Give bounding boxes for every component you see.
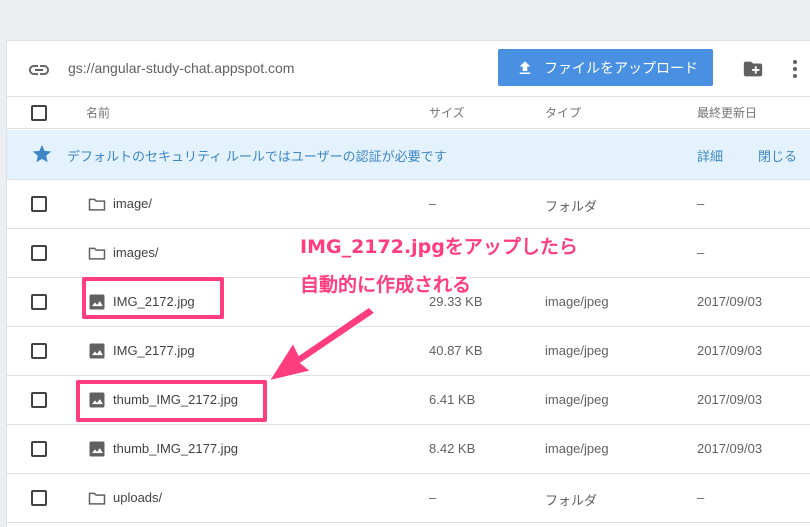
file-size: – — [429, 490, 437, 505]
file-updated: 2017/09/03 — [697, 441, 763, 456]
annotation-arrow-icon — [267, 306, 377, 383]
row-checkbox[interactable] — [31, 294, 47, 310]
file-type: image/jpeg — [545, 441, 609, 456]
upload-icon — [519, 60, 531, 74]
file-updated: – — [697, 245, 705, 260]
row-checkbox[interactable] — [31, 490, 47, 506]
column-header-name[interactable]: 名前 — [86, 97, 110, 128]
highlight-box-thumbnail — [76, 380, 267, 422]
file-name[interactable]: thumb_IMG_2177.jpg — [113, 441, 238, 456]
annotation-line-1: IMG_2172.jpgをアップしたら — [300, 236, 578, 258]
file-name[interactable]: uploads/ — [113, 490, 162, 505]
table-row[interactable]: thumb_IMG_2177.jpg 8.42 KB image/jpeg 20… — [7, 425, 810, 474]
file-name[interactable]: image/ — [113, 196, 152, 211]
file-size: 8.42 KB — [429, 441, 476, 456]
file-type: image/jpeg — [545, 392, 609, 407]
star-icon — [32, 144, 52, 163]
file-updated: 2017/09/03 — [697, 294, 763, 309]
column-header-updated[interactable]: 最終更新日 — [697, 97, 757, 128]
security-notice-banner: デフォルトのセキュリティ ルールではユーザーの認証が必要です 詳細 閉じる — [7, 130, 810, 180]
file-type: image/jpeg — [545, 294, 609, 309]
file-updated: 2017/09/03 — [697, 343, 763, 358]
select-all-checkbox[interactable] — [31, 105, 47, 121]
row-checkbox[interactable] — [31, 392, 47, 408]
table-row[interactable]: image/ – フォルダ – — [7, 180, 810, 229]
folder-icon — [88, 492, 106, 505]
table-row[interactable]: IMG_2177.jpg 40.87 KB image/jpeg 2017/09… — [7, 327, 810, 376]
file-size: 6.41 KB — [429, 392, 476, 407]
folder-icon — [88, 247, 106, 260]
column-header-size[interactable]: サイズ — [429, 97, 465, 128]
toolbar: gs://angular-study-chat.appspot.com ファイル… — [7, 41, 810, 97]
upload-file-button[interactable]: ファイルをアップロード — [498, 49, 713, 86]
file-size: 40.87 KB — [429, 343, 483, 358]
column-header-type[interactable]: タイプ — [545, 97, 581, 128]
file-updated: – — [697, 490, 705, 505]
table-row[interactable]: uploads/ – フォルダ – — [7, 474, 810, 523]
file-size: – — [429, 196, 437, 211]
folder-icon — [88, 198, 106, 211]
file-updated: – — [697, 196, 705, 211]
file-updated: 2017/09/03 — [697, 392, 763, 407]
new-folder-icon[interactable] — [742, 58, 764, 80]
file-type: フォルダ — [545, 199, 598, 214]
file-type: image/jpeg — [545, 343, 609, 358]
row-checkbox[interactable] — [31, 343, 47, 359]
upload-button-label: ファイルをアップロード — [544, 59, 698, 76]
link-icon[interactable] — [27, 58, 51, 82]
file-type: フォルダ — [545, 493, 598, 508]
image-icon — [89, 441, 105, 457]
close-notice-button[interactable]: 閉じる — [758, 146, 797, 165]
details-link[interactable]: 詳細 — [697, 146, 723, 165]
file-name[interactable]: images/ — [113, 245, 159, 260]
notice-message: デフォルトのセキュリティ ルールではユーザーの認証が必要です — [67, 149, 447, 164]
highlight-box-original — [82, 277, 224, 319]
file-name[interactable]: IMG_2177.jpg — [113, 343, 195, 358]
more-vert-icon[interactable] — [789, 58, 801, 80]
row-checkbox[interactable] — [31, 441, 47, 457]
table-header: 名前 サイズ タイプ 最終更新日 — [7, 97, 810, 129]
bucket-path: gs://angular-study-chat.appspot.com — [68, 60, 295, 76]
row-checkbox[interactable] — [31, 196, 47, 212]
annotation-line-2: 自動的に作成される — [300, 274, 472, 296]
image-icon — [89, 343, 105, 359]
row-checkbox[interactable] — [31, 245, 47, 261]
